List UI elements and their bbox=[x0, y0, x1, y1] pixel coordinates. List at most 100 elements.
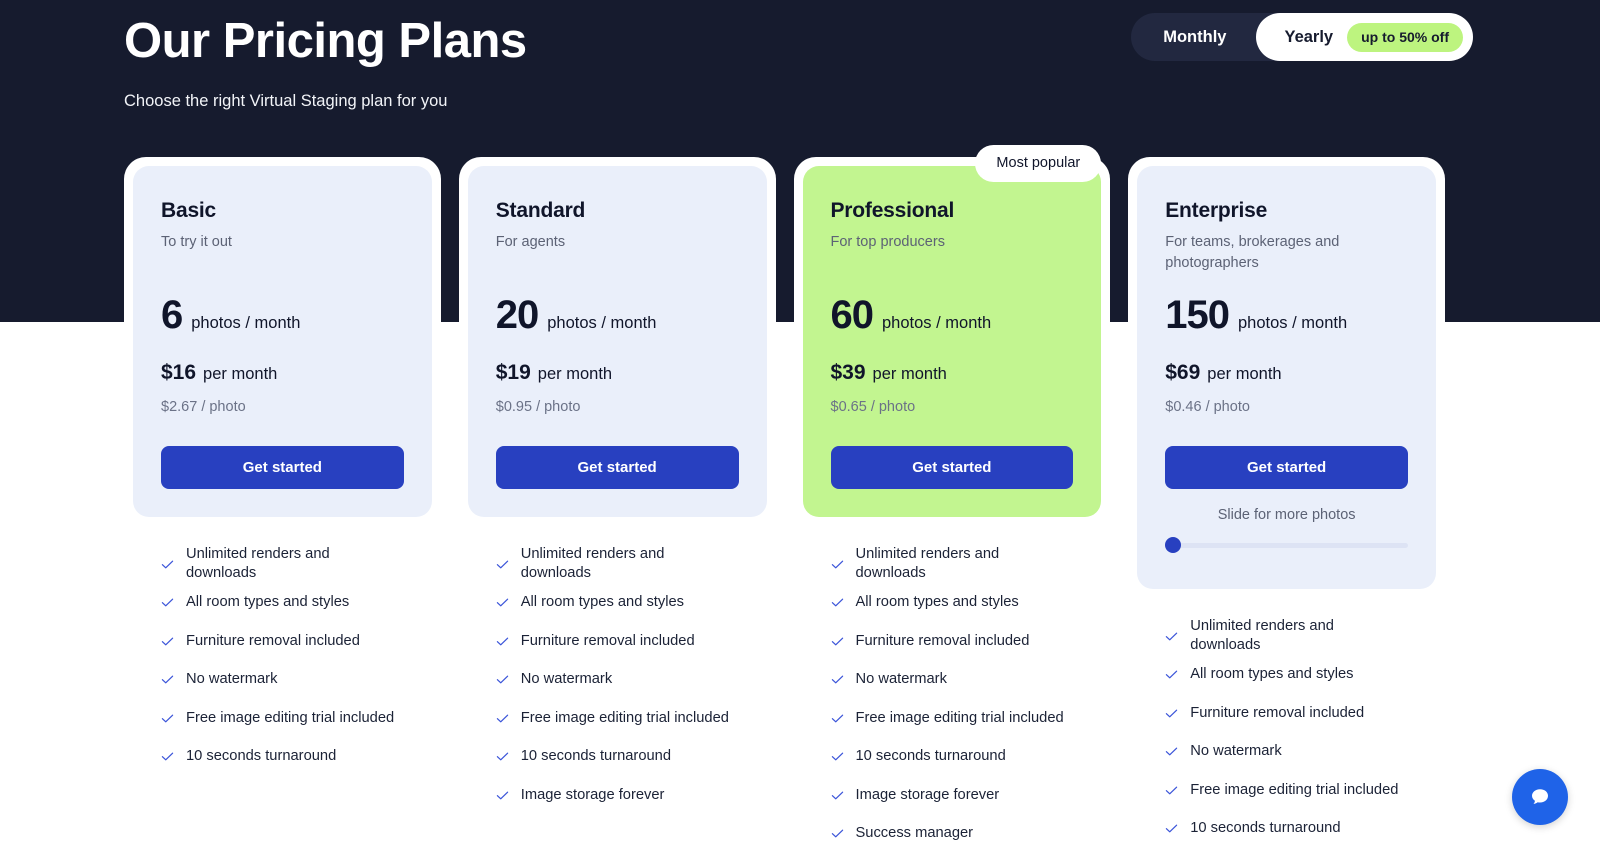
feature-label: No watermark bbox=[186, 671, 278, 688]
plan-quota-number: 6 bbox=[161, 293, 183, 338]
plan-feature-list: Unlimited renders and downloads All room … bbox=[468, 545, 767, 815]
feature-item: Furniture removal included bbox=[831, 622, 1074, 661]
feature-item: All room types and styles bbox=[1165, 656, 1408, 695]
feature-item: No watermark bbox=[1165, 733, 1408, 772]
get-started-button[interactable]: Get started bbox=[495, 446, 739, 490]
feature-label: Furniture removal included bbox=[186, 632, 360, 649]
plan-name: Basic bbox=[161, 199, 217, 222]
slider-thumb[interactable] bbox=[1165, 537, 1182, 554]
check-icon bbox=[831, 558, 844, 571]
plan-price-period: per month bbox=[537, 365, 613, 384]
feature-label: All room types and styles bbox=[1190, 666, 1354, 683]
feature-item: No watermark bbox=[161, 661, 404, 700]
check-icon bbox=[496, 558, 509, 571]
photo-quantity-slider[interactable]: Slide for more photos bbox=[1165, 507, 1408, 561]
toggle-option-yearly[interactable]: Yearly up to 50% off bbox=[1256, 13, 1473, 61]
plan-card-standard: Standard For agents 20 photos / month $19 per… bbox=[458, 157, 776, 857]
plan-price: $39 per month bbox=[831, 361, 1074, 385]
plan-quota-unit: photos / month bbox=[547, 314, 657, 333]
plan-name: Enterprise bbox=[1165, 199, 1268, 222]
plan-quota: 6 photos / month bbox=[161, 295, 404, 335]
plan-price-amount: $39 bbox=[830, 361, 866, 385]
feature-label: Unlimited renders and downloads bbox=[855, 546, 1000, 582]
feature-label: No watermark bbox=[855, 671, 947, 688]
toggle-yearly-label: Yearly bbox=[1284, 27, 1334, 46]
feature-label: No watermark bbox=[520, 671, 613, 688]
pricing-plans-row: Basic To try it out 6 photos / month $16 per … bbox=[124, 145, 1445, 857]
plan-name: Professional bbox=[830, 199, 955, 222]
get-started-button[interactable]: Get started bbox=[1165, 446, 1408, 490]
check-icon bbox=[1165, 707, 1178, 720]
plan-unit-price: $0.46 / photo bbox=[1165, 399, 1250, 416]
feature-label: Furniture removal included bbox=[520, 632, 695, 649]
check-icon bbox=[1165, 668, 1178, 681]
plan-price-period: per month bbox=[872, 365, 947, 384]
plan-price-amount: $19 bbox=[495, 361, 531, 385]
feature-label: Unlimited renders and downloads bbox=[1190, 618, 1334, 654]
slider-label: Slide for more photos bbox=[1217, 507, 1356, 524]
feature-item: Unlimited renders and downloads bbox=[831, 545, 1074, 584]
feature-label: All room types and styles bbox=[520, 594, 685, 611]
check-icon bbox=[496, 673, 509, 686]
check-icon bbox=[496, 712, 509, 725]
feature-item: Free image editing trial included bbox=[1165, 771, 1408, 810]
feature-item: Unlimited renders and downloads bbox=[496, 545, 739, 584]
plan-quota-unit: photos / month bbox=[882, 314, 992, 333]
plan-price: $16 per month bbox=[161, 361, 404, 385]
plan-card-professional: Most popular Professional For top producer… bbox=[793, 145, 1111, 857]
plan-quota-number: 60 bbox=[830, 293, 874, 338]
check-icon bbox=[496, 750, 509, 763]
plan-quota-unit: photos / month bbox=[1238, 314, 1348, 333]
plan-price-period: per month bbox=[203, 365, 278, 384]
check-icon bbox=[831, 750, 844, 763]
check-icon bbox=[161, 712, 174, 725]
billing-period-toggle[interactable]: Monthly Yearly up to 50% off bbox=[1131, 13, 1473, 61]
plan-tagline: To try it out bbox=[161, 234, 232, 250]
feature-item: Furniture removal included bbox=[161, 622, 404, 661]
feature-item: All room types and styles bbox=[161, 584, 404, 623]
plan-price-period: per month bbox=[1207, 365, 1282, 384]
feature-label: Furniture removal included bbox=[1190, 704, 1365, 721]
check-icon bbox=[496, 789, 509, 802]
check-icon bbox=[1165, 630, 1178, 643]
feature-label: Unlimited renders and downloads bbox=[186, 546, 330, 582]
feature-label: Furniture removal included bbox=[855, 632, 1030, 649]
plan-name: Standard bbox=[495, 199, 586, 222]
feature-item: Unlimited renders and downloads bbox=[1165, 617, 1408, 656]
toggle-option-monthly[interactable]: Monthly bbox=[1131, 13, 1256, 61]
feature-item: Furniture removal included bbox=[496, 622, 739, 661]
feature-label: Free image editing trial included bbox=[855, 709, 1064, 726]
plan-card-basic: Basic To try it out 6 photos / month $16 per … bbox=[124, 157, 441, 857]
feature-item: No watermark bbox=[496, 661, 739, 700]
page-subtitle: Choose the right Virtual Staging plan fo… bbox=[124, 91, 448, 110]
check-icon bbox=[831, 635, 844, 648]
slider-track-wrapper[interactable] bbox=[1165, 537, 1408, 554]
feature-label: Image storage forever bbox=[855, 786, 1000, 803]
slider-track[interactable] bbox=[1165, 542, 1408, 548]
feature-label: Free image editing trial included bbox=[186, 709, 395, 726]
get-started-button[interactable]: Get started bbox=[161, 446, 404, 490]
chat-bubble-icon[interactable] bbox=[1512, 769, 1568, 825]
check-icon bbox=[831, 673, 844, 686]
feature-item: Furniture removal included bbox=[1165, 694, 1408, 733]
plan-quota: 60 photos / month bbox=[831, 295, 1074, 335]
plan-quota-number: 150 bbox=[1165, 293, 1230, 338]
plan-unit-price: $2.67 / photo bbox=[161, 399, 246, 416]
feature-label: 10 seconds turnaround bbox=[855, 748, 1006, 765]
check-icon bbox=[161, 673, 174, 686]
plan-feature-list: Unlimited renders and downloads All room … bbox=[803, 545, 1102, 853]
feature-item: Free image editing trial included bbox=[496, 699, 739, 738]
plan-summary-panel: Basic To try it out 6 photos / month $16 per … bbox=[133, 166, 432, 518]
check-icon bbox=[161, 750, 174, 763]
feature-label: Free image editing trial included bbox=[1190, 781, 1399, 798]
page-title: Our Pricing Plans bbox=[124, 14, 527, 68]
feature-item: Image storage forever bbox=[496, 776, 739, 815]
check-icon bbox=[161, 596, 174, 609]
feature-label: No watermark bbox=[1190, 743, 1282, 760]
get-started-button[interactable]: Get started bbox=[830, 446, 1074, 490]
plan-feature-list: Unlimited renders and downloads All room … bbox=[133, 545, 432, 776]
check-icon bbox=[1165, 745, 1178, 758]
check-icon bbox=[161, 635, 174, 648]
plan-tagline: For agents bbox=[495, 234, 566, 250]
plan-card-enterprise: Enterprise For teams, brokerages and phot… bbox=[1128, 157, 1445, 857]
